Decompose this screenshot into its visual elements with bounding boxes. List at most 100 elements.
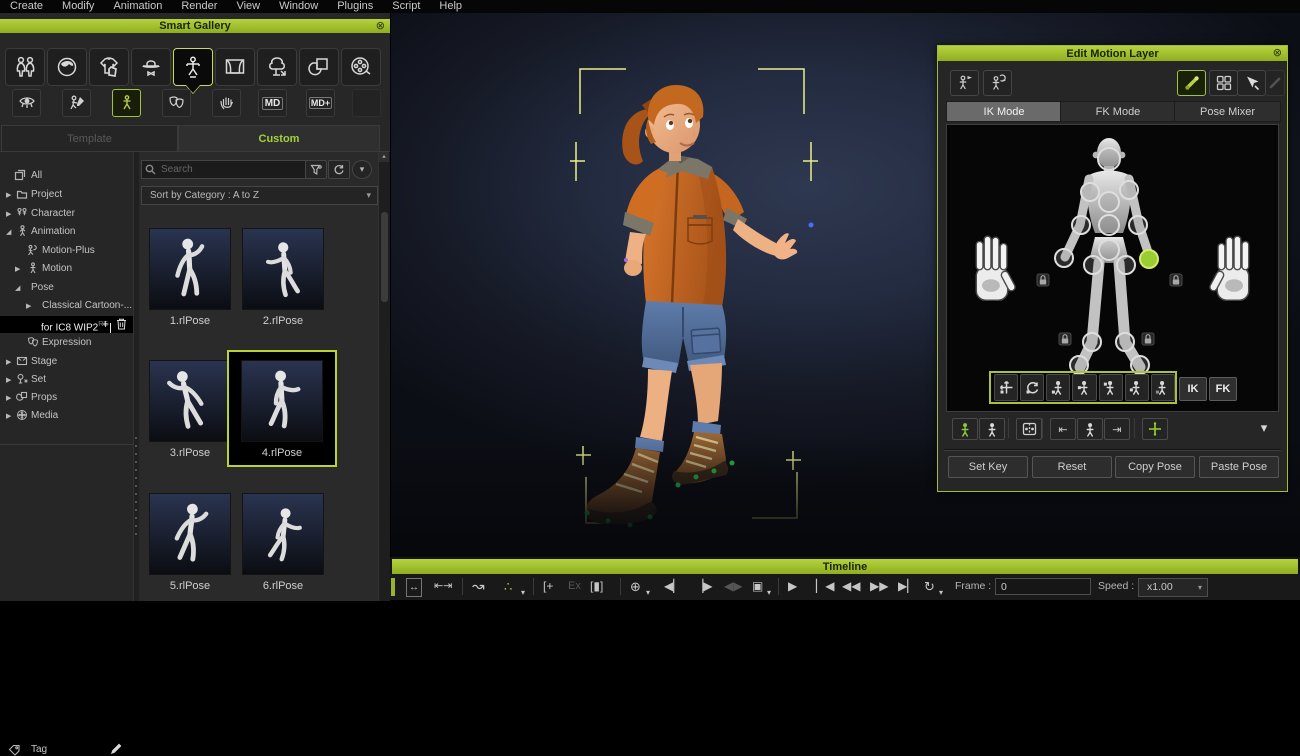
tree-item-classical-cartoon[interactable]: ▶ Classical Cartoon-... [0, 297, 133, 314]
chevron-expanded-icon[interactable]: ◢ [15, 280, 20, 297]
gesture-tool-button[interactable] [212, 89, 241, 117]
gizmo-toggle-button[interactable] [1142, 418, 1168, 440]
lookat-tool-button[interactable] [12, 89, 41, 117]
tab-custom[interactable]: Custom [178, 125, 380, 152]
lock-icon[interactable] [1142, 333, 1154, 345]
node-wrist-left[interactable] [1055, 249, 1073, 267]
show-dummy-button[interactable] [979, 418, 1005, 440]
filter-button[interactable] [305, 160, 327, 179]
capture-button[interactable]: ▣ [752, 578, 763, 595]
tree-item-media[interactable]: ▶ Media [0, 407, 133, 424]
pose-category-button-active[interactable] [173, 48, 213, 86]
menu-item-render[interactable]: Render [181, 0, 217, 13]
chevron-right-icon[interactable]: ▶ [6, 354, 11, 371]
right-hand-selector[interactable] [1209, 236, 1249, 300]
frame-input[interactable] [995, 578, 1091, 595]
lock-icon[interactable] [1037, 274, 1049, 286]
prev-frame-button[interactable]: ◀◀ [842, 578, 860, 595]
node-waist[interactable] [1099, 215, 1119, 235]
move-pin-button[interactable] [994, 374, 1018, 401]
body-part-diagram[interactable]: IK FK [946, 124, 1279, 412]
node-chest[interactable] [1099, 192, 1119, 212]
pose-thumbnail-3[interactable]: 3.rlPose [149, 360, 231, 459]
edit-motion-layer-header[interactable]: Edit Motion Layer ⊗ [938, 46, 1287, 61]
fit-range-button[interactable]: ⇤⇥ [434, 578, 452, 595]
add-keys-button[interactable]: ∴ [504, 578, 512, 595]
rotate-pin-button[interactable] [1020, 374, 1044, 401]
tree-item-animation[interactable]: ◢ Animation [0, 223, 133, 240]
chevron-down-icon[interactable]: ▾ [521, 584, 525, 601]
next-body-key-button[interactable]: ⇥ [1104, 418, 1130, 440]
ik-button[interactable]: IK [1179, 377, 1207, 401]
node-knee-right[interactable] [1116, 333, 1134, 351]
pose-thumbnail-4-selected[interactable]: 4.rlPose [229, 352, 335, 465]
show-character-button[interactable] [952, 418, 978, 440]
pin-lower-body-button[interactable] [1046, 374, 1070, 401]
smart-gallery-header[interactable]: Smart Gallery ⊗ [0, 19, 390, 33]
fk-button[interactable]: FK [1209, 377, 1237, 401]
expression-tool-button[interactable] [162, 89, 191, 117]
node-shoulder-right[interactable] [1120, 181, 1138, 199]
menu-item-window[interactable]: Window [279, 0, 318, 13]
add-item-icon[interactable]: + [102, 316, 109, 333]
play-button[interactable]: ▶ [788, 578, 797, 595]
mirror-pose-button[interactable] [1016, 418, 1042, 440]
reset-button[interactable]: Reset [1032, 456, 1112, 478]
reach-target-button[interactable] [950, 70, 979, 96]
tree-item-for-ic8-wip2[interactable]: for IC8 WIP2RE + [0, 316, 133, 333]
lock-icon[interactable] [1170, 274, 1182, 286]
tab-ik-mode[interactable]: IK Mode [946, 101, 1062, 122]
fit-view-button[interactable]: ↔ [406, 578, 422, 597]
tree-item-character[interactable]: ▶ Character [0, 205, 133, 222]
speed-dropdown[interactable]: x1.00 ▾ [1138, 578, 1208, 597]
motion-director-plus-button[interactable]: MD+ [306, 89, 335, 117]
chevron-right-icon[interactable]: ▶ [6, 372, 11, 389]
menu-item-script[interactable]: Script [392, 0, 420, 13]
menu-item-help[interactable]: Help [439, 0, 462, 13]
scrollbar-thumb[interactable] [381, 212, 388, 302]
pin-body-button[interactable] [1125, 374, 1149, 401]
accessory-category-button[interactable] [131, 48, 171, 86]
node-shoulder-left[interactable] [1081, 183, 1099, 201]
tree-item-set[interactable]: ▶ Set [0, 371, 133, 388]
bone-edit-button-active[interactable] [1177, 70, 1206, 96]
pose-thumbnail-2[interactable]: 2.rlPose [242, 228, 324, 327]
props-category-button[interactable] [299, 48, 339, 86]
prev-body-key-button[interactable]: ⇤ [1050, 418, 1076, 440]
gallery-scrollbar[interactable]: ▴ [378, 152, 390, 601]
character-girl[interactable] [586, 85, 797, 525]
refresh-button[interactable] [328, 160, 350, 179]
pin-arms-button[interactable] [1099, 374, 1123, 401]
pin-full-body-button[interactable] [1151, 374, 1175, 401]
loop-button[interactable]: ↻ [924, 578, 935, 595]
chevron-right-icon[interactable]: ▶ [6, 206, 11, 223]
trash-icon[interactable] [116, 318, 127, 330]
chevron-right-icon[interactable]: ▶ [6, 390, 11, 407]
collapse-panel-button[interactable]: ▾ [352, 160, 372, 179]
tab-fk-mode[interactable]: FK Mode [1060, 101, 1176, 122]
close-icon[interactable]: ⊗ [1273, 46, 1282, 59]
node-wrist-right-selected[interactable] [1140, 250, 1158, 268]
close-icon[interactable]: ⊗ [376, 19, 385, 32]
pose-thumbnail-6[interactable]: 6.rlPose [242, 493, 324, 592]
head-category-button[interactable] [47, 48, 87, 86]
key-person-button[interactable] [1077, 418, 1103, 440]
gizmo-grid-button[interactable] [1209, 70, 1238, 96]
curve-editor-button[interactable]: ↝ [472, 578, 485, 595]
sort-dropdown[interactable]: Sort by Category : A to Z ▾ [141, 186, 378, 205]
tree-item-motion-plus[interactable]: Motion-Plus [0, 242, 133, 259]
media-category-button[interactable] [341, 48, 381, 86]
chevron-right-icon[interactable]: ▶ [26, 298, 31, 315]
clip-box-button[interactable]: [▮] [590, 578, 603, 595]
node-pelvis[interactable] [1099, 240, 1119, 260]
chevron-right-icon[interactable]: ▶ [15, 261, 20, 278]
motion-director-button[interactable]: MD [258, 89, 287, 117]
pose-thumbnail-1[interactable]: 1.rlPose [149, 228, 231, 327]
prev-key-button[interactable]: ◀▏ [664, 578, 682, 595]
tree-item-pose[interactable]: ◢ Pose [0, 279, 133, 296]
timeline-header[interactable]: Timeline [392, 559, 1298, 574]
menu-item-plugins[interactable]: Plugins [337, 0, 373, 13]
go-to-end-button[interactable]: ▶▏ [898, 578, 916, 595]
pose-tool-button-active[interactable] [112, 89, 141, 117]
pin-upper-body-button[interactable] [1072, 374, 1096, 401]
